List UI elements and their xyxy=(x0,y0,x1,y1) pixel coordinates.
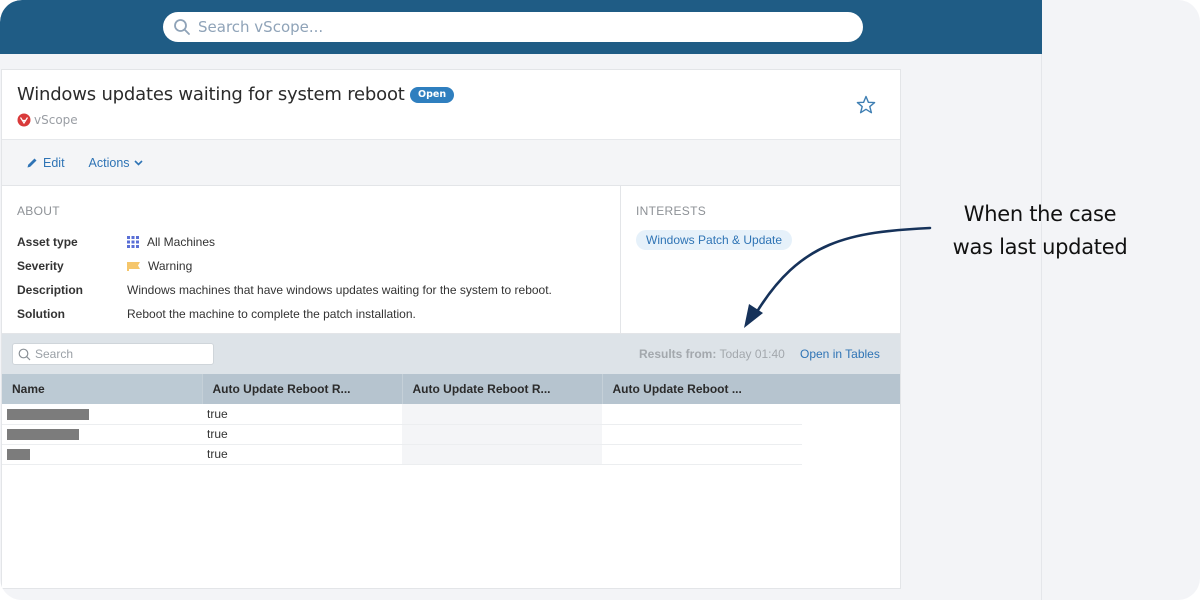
case-title: Windows updates waiting for system reboo… xyxy=(17,84,405,105)
field-solution: Solution Reboot the machine to complete … xyxy=(17,302,605,326)
vscope-logo-icon xyxy=(17,113,31,127)
field-asset-type: Asset type All Machines xyxy=(17,230,605,254)
results-toolbar: Results from: Today 01:40 Open in Tables xyxy=(2,334,900,374)
grid-icon xyxy=(127,236,139,248)
table-cell: true xyxy=(202,424,402,445)
status-badge: Open xyxy=(410,87,455,103)
column-header[interactable]: Auto Update Reboot R... xyxy=(402,374,603,404)
interests-heading: INTERESTS xyxy=(636,204,707,218)
field-severity: Severity Warning xyxy=(17,254,605,278)
global-search-input[interactable] xyxy=(198,18,798,36)
table-row[interactable]: true xyxy=(2,444,802,465)
table-search-input[interactable] xyxy=(35,347,205,361)
name-cell[interactable] xyxy=(2,444,202,465)
actions-dropdown[interactable]: Actions xyxy=(89,156,143,170)
case-header: Windows updates waiting for system reboo… xyxy=(2,70,900,140)
favorite-star-icon[interactable] xyxy=(855,94,877,116)
table-cell xyxy=(602,424,802,445)
actions-label: Actions xyxy=(88,155,130,170)
search-icon xyxy=(174,19,190,35)
redacted-name xyxy=(7,409,89,421)
name-cell[interactable] xyxy=(2,404,202,425)
annotation-callout: When the case was last updated xyxy=(930,198,1150,264)
results-from-label: Results from: xyxy=(639,347,717,361)
screen: Windows updates waiting for system reboo… xyxy=(0,0,1200,600)
annotation-arrow-icon xyxy=(744,226,932,328)
severity-value: Warning xyxy=(148,259,193,273)
field-description: Description Windows machines that have w… xyxy=(17,278,605,302)
annotation-line-1: When the case xyxy=(963,202,1117,226)
table-cell xyxy=(602,404,802,425)
case-source: vScope xyxy=(17,113,78,127)
table-cell xyxy=(402,444,602,465)
search-icon xyxy=(18,348,31,360)
field-label: Description xyxy=(17,283,84,297)
results-timestamp: Results from: Today 01:40 xyxy=(639,347,785,361)
table-header-row: Name Auto Update Reboot R... Auto Update… xyxy=(2,374,803,404)
column-header-name[interactable]: Name xyxy=(2,374,203,404)
about-section: ABOUT Asset type All Machines Severity W… xyxy=(2,186,621,333)
results-from-value: Today 01:40 xyxy=(719,347,785,361)
solution-value: Reboot the machine to complete the patch… xyxy=(127,307,416,321)
results-table: Name Auto Update Reboot R... Auto Update… xyxy=(2,374,803,465)
edit-button[interactable]: Edit xyxy=(26,156,65,170)
table-cell xyxy=(402,404,602,425)
pencil-icon xyxy=(27,158,37,167)
global-search[interactable] xyxy=(163,12,863,42)
asset-type-value[interactable]: All Machines xyxy=(147,235,215,249)
column-header[interactable]: Auto Update Reboot ... xyxy=(602,374,803,404)
field-label: Severity xyxy=(17,259,64,273)
column-header[interactable]: Auto Update Reboot R... xyxy=(202,374,403,404)
table-row[interactable]: true xyxy=(2,424,802,445)
table-cell xyxy=(602,444,802,465)
field-value-wrap: All Machines xyxy=(127,235,215,249)
about-heading: ABOUT xyxy=(17,204,60,218)
table-cell: true xyxy=(202,444,402,465)
chevron-down-icon xyxy=(133,159,143,166)
field-value-wrap: Warning xyxy=(127,259,192,273)
top-bar xyxy=(0,0,1042,54)
name-cell[interactable] xyxy=(2,424,202,445)
header-filler xyxy=(802,374,900,404)
field-label: Asset type xyxy=(17,235,78,249)
annotation-line-2: was last updated xyxy=(952,235,1128,259)
description-value: Windows machines that have windows updat… xyxy=(127,283,552,297)
table-cell: true xyxy=(202,404,402,425)
redacted-name xyxy=(7,449,30,461)
source-label: vScope xyxy=(34,113,78,127)
edit-label: Edit xyxy=(43,155,65,170)
redacted-name xyxy=(7,429,79,441)
table-cell xyxy=(402,424,602,445)
case-toolbar: Edit Actions xyxy=(2,140,900,186)
results-table-wrap: Name Auto Update Reboot R... Auto Update… xyxy=(2,374,900,465)
open-in-tables-link[interactable]: Open in Tables xyxy=(800,347,880,361)
table-row[interactable]: true xyxy=(2,404,802,425)
field-label: Solution xyxy=(17,307,65,321)
flag-icon xyxy=(127,261,140,271)
table-search[interactable] xyxy=(12,343,214,365)
